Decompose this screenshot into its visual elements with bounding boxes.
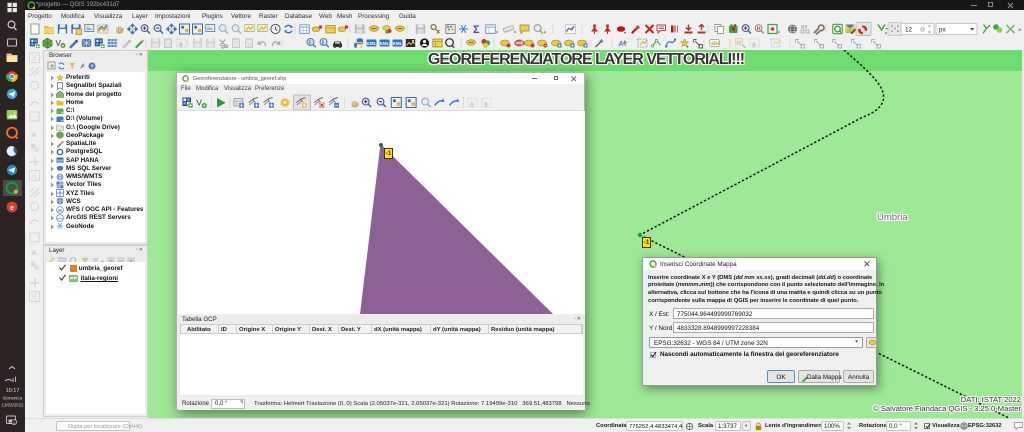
- svg-text:KML: KML: [380, 41, 390, 46]
- svg-text:▾: ▾: [496, 30, 498, 35]
- svg-text:▾: ▾: [885, 31, 887, 36]
- svg-text:@: @: [920, 27, 925, 33]
- svg-text:13/03/2022: 13/03/2022: [2, 403, 25, 408]
- svg-text:▾: ▾: [624, 30, 626, 35]
- svg-text:V: V: [196, 98, 202, 108]
- svg-text:▾: ▾: [514, 30, 516, 35]
- svg-text:SAP: SAP: [57, 159, 63, 163]
- svg-text:▾: ▾: [687, 44, 689, 49]
- svg-text:»: »: [1018, 28, 1022, 34]
- svg-text:e: e: [10, 205, 14, 212]
- svg-text:domenica: domenica: [3, 396, 23, 401]
- svg-text:R: R: [757, 27, 761, 33]
- svg-text:KML: KML: [367, 41, 377, 46]
- svg-text:KML: KML: [393, 41, 403, 46]
- svg-text:10:17: 10:17: [6, 388, 20, 394]
- svg-text:Σ: Σ: [473, 24, 480, 36]
- svg-text:V: V: [56, 39, 62, 48]
- svg-text:ab: ab: [737, 39, 742, 44]
- svg-text:abc: abc: [711, 41, 720, 47]
- svg-text:12: 12: [905, 27, 913, 34]
- svg-text:▾: ▾: [778, 30, 780, 35]
- svg-text:▾: ▾: [544, 30, 546, 35]
- svg-text:px: px: [939, 27, 947, 34]
